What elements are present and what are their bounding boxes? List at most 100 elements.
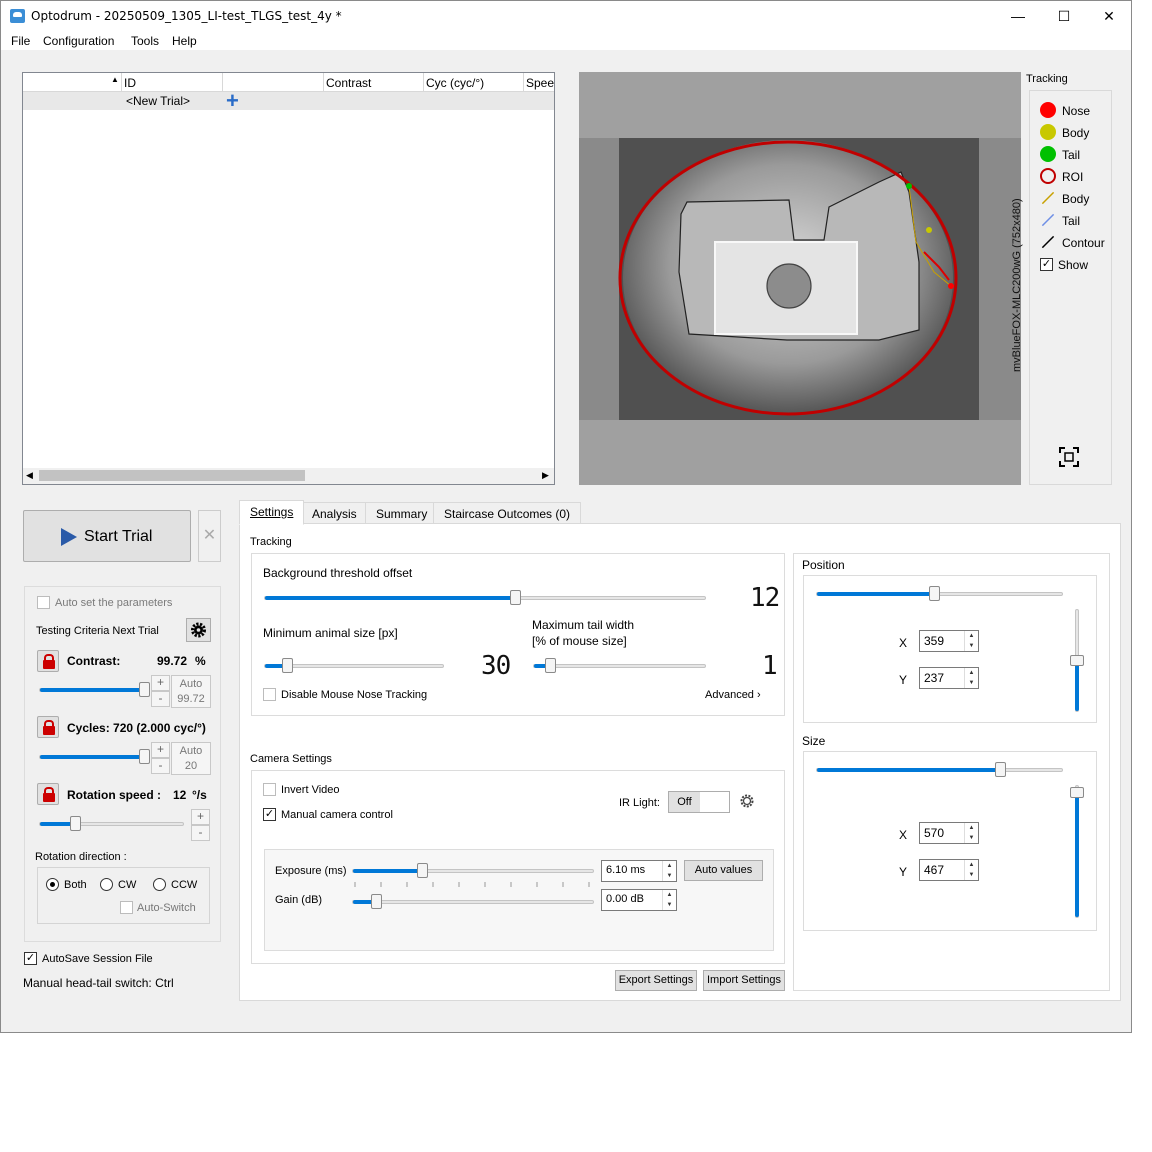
scroll-left-icon[interactable]: ◀ xyxy=(26,470,33,481)
exposure-handle[interactable] xyxy=(416,863,428,878)
criteria-heading: Testing Criteria Next Trial xyxy=(36,625,159,637)
tab-staircase[interactable]: Staircase Outcomes (0) xyxy=(433,502,582,524)
bg-threshold-handle[interactable] xyxy=(509,590,521,605)
trials-table[interactable]: ▲ ID Contrast Cyc (cyc/°) Speed <New Tri… xyxy=(22,72,555,485)
add-trial-icon[interactable]: + xyxy=(226,88,239,114)
window-title: Optodrum - 20250509_1305_LI-test_TLGS_te… xyxy=(31,9,342,23)
rotation-plus-button[interactable]: + xyxy=(191,809,210,825)
autosave-checkbox[interactable]: ✓ xyxy=(24,952,37,965)
advanced-link[interactable]: Advanced › xyxy=(705,689,761,701)
position-y-handle[interactable] xyxy=(1070,654,1084,666)
manual-camera-checkbox[interactable]: ✓ xyxy=(263,808,276,821)
cycles-slider-handle[interactable] xyxy=(138,749,150,764)
exposure-spin-icon[interactable]: ▲ ▼ xyxy=(662,861,676,881)
minimize-button[interactable]: — xyxy=(995,1,1041,31)
start-trial-button[interactable]: Start Trial xyxy=(23,510,191,562)
maximize-button[interactable]: ☐ xyxy=(1041,1,1087,31)
position-x-slider[interactable] xyxy=(816,586,1063,601)
cycles-plus-button[interactable]: + xyxy=(151,742,170,758)
horizontal-scrollbar[interactable]: ◀ ▶ xyxy=(23,468,554,484)
exposure-input[interactable]: 6.10 ms ▲ ▼ xyxy=(601,860,677,882)
contrast-minus-button[interactable]: - xyxy=(151,691,170,707)
menu-help[interactable]: Help xyxy=(172,34,197,48)
column-sort[interactable]: ▲ xyxy=(23,73,122,92)
contrast-lock-icon[interactable] xyxy=(37,650,59,672)
min-animal-handle[interactable] xyxy=(282,658,294,673)
criteria-settings-button[interactable] xyxy=(186,618,211,642)
show-checkbox[interactable]: ✓ xyxy=(1040,258,1053,271)
gain-handle[interactable] xyxy=(371,894,382,909)
gain-slider[interactable] xyxy=(352,894,594,909)
position-x-input[interactable]: 359 ▲ ▼ xyxy=(919,630,979,652)
contrast-plus-button[interactable]: + xyxy=(151,675,170,691)
scroll-thumb[interactable] xyxy=(39,470,305,481)
auto-switch-checkbox[interactable] xyxy=(120,901,133,914)
bg-threshold-display: 12 xyxy=(750,583,780,613)
ir-gear-icon[interactable] xyxy=(739,793,755,809)
radio-both[interactable] xyxy=(46,878,59,891)
contrast-auto-box[interactable]: Auto 99.72 xyxy=(171,675,211,708)
exposure-slider[interactable] xyxy=(352,863,594,878)
cycles-slider[interactable] xyxy=(39,749,150,764)
min-animal-slider[interactable] xyxy=(264,658,444,673)
column-id[interactable]: ID xyxy=(122,73,223,92)
ir-light-state: Off xyxy=(669,792,700,812)
position-x-handle[interactable] xyxy=(928,586,940,601)
auto-set-checkbox[interactable] xyxy=(37,596,50,609)
rotation-slider[interactable] xyxy=(39,816,184,831)
column-contrast[interactable]: Contrast xyxy=(324,73,424,92)
export-settings-button[interactable]: Export Settings xyxy=(615,970,697,991)
close-button[interactable]: ✕ xyxy=(1086,1,1132,31)
menu-configuration[interactable]: Configuration xyxy=(43,34,114,48)
size-x-spin-icon[interactable]: ▲ ▼ xyxy=(964,823,978,843)
size-y-slider[interactable] xyxy=(1070,785,1084,918)
camera-view[interactable]: mvBlueFOX-MLC200wG (752x480) xyxy=(579,72,1023,485)
rotation-slider-handle[interactable] xyxy=(69,816,81,831)
auto-values-button[interactable]: Auto values xyxy=(684,860,763,881)
cycles-auto-box[interactable]: Auto 20 xyxy=(171,742,211,775)
cycles-lock-icon[interactable] xyxy=(37,716,59,738)
cancel-trial-button[interactable]: ✕ xyxy=(198,510,221,562)
rotation-lock-icon[interactable] xyxy=(37,783,59,805)
tab-summary[interactable]: Summary xyxy=(365,502,439,524)
gain-input[interactable]: 0.00 dB ▲ ▼ xyxy=(601,889,677,911)
max-tail-slider[interactable] xyxy=(533,658,706,673)
ir-light-toggle[interactable]: Off xyxy=(668,791,730,813)
cycles-minus-button[interactable]: - xyxy=(151,758,170,774)
bg-threshold-slider[interactable] xyxy=(264,590,706,605)
exposure-label: Exposure (ms) xyxy=(275,865,347,877)
disable-nose-checkbox[interactable] xyxy=(263,688,276,701)
menu-tools[interactable]: Tools xyxy=(131,34,159,48)
radio-ccw[interactable] xyxy=(153,878,166,891)
radio-cw[interactable] xyxy=(100,878,113,891)
rotation-label: Rotation speed : xyxy=(67,788,162,802)
contrast-slider-handle[interactable] xyxy=(138,682,150,697)
size-y-spin-icon[interactable]: ▲ ▼ xyxy=(964,860,978,880)
tab-analysis[interactable]: Analysis xyxy=(301,502,368,524)
position-y-spin-icon[interactable]: ▲ ▼ xyxy=(964,668,978,688)
menu-file[interactable]: File xyxy=(11,34,30,48)
fullscreen-icon[interactable] xyxy=(1058,446,1080,468)
size-x-input[interactable]: 570 ▲ ▼ xyxy=(919,822,979,844)
title-bar[interactable]: Optodrum - 20250509_1305_LI-test_TLGS_te… xyxy=(1,1,1131,31)
column-speed[interactable]: Speed xyxy=(524,73,554,92)
new-trial-row[interactable]: <New Trial> + xyxy=(23,88,554,113)
import-settings-button[interactable]: Import Settings xyxy=(703,970,785,991)
tab-settings[interactable]: Settings xyxy=(239,500,305,525)
invert-video-checkbox[interactable] xyxy=(263,783,276,796)
position-y-slider[interactable] xyxy=(1070,609,1084,712)
contrast-slider[interactable] xyxy=(39,682,150,697)
size-x-handle[interactable] xyxy=(994,762,1006,777)
size-y-input[interactable]: 467 ▲ ▼ xyxy=(919,859,979,881)
scroll-right-icon[interactable]: ▶ xyxy=(542,470,549,481)
size-x-slider[interactable] xyxy=(816,762,1063,777)
size-y-label: Y xyxy=(899,865,908,879)
rotation-minus-button[interactable]: - xyxy=(191,825,210,841)
position-x-spin-icon[interactable]: ▲ ▼ xyxy=(964,631,978,651)
size-y-handle[interactable] xyxy=(1070,786,1084,798)
nose-dot-icon xyxy=(1040,102,1056,118)
gain-spin-icon[interactable]: ▲ ▼ xyxy=(662,890,676,910)
column-cycles[interactable]: Cyc (cyc/°) xyxy=(424,73,524,92)
max-tail-handle[interactable] xyxy=(545,658,557,673)
position-y-input[interactable]: 237 ▲ ▼ xyxy=(919,667,979,689)
